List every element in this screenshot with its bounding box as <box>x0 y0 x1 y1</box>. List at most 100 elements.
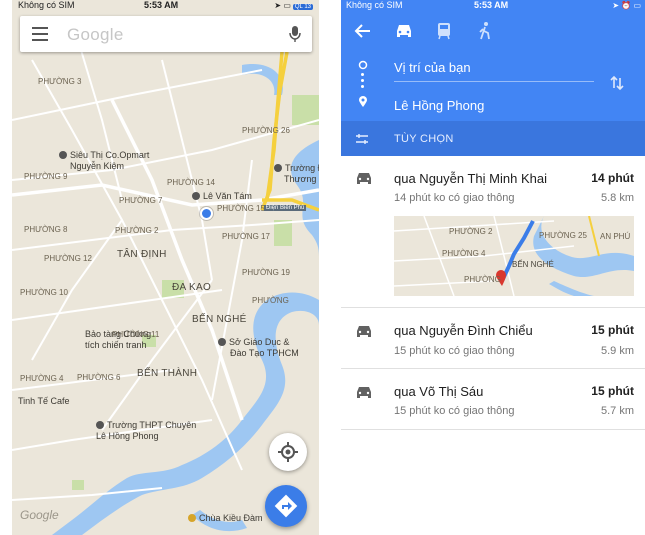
mic-icon[interactable] <box>288 25 302 43</box>
walk-icon[interactable] <box>474 20 496 42</box>
route-dots <box>361 73 364 89</box>
status-time: 5:53 AM <box>474 0 509 10</box>
route-traffic: 14 phút ko có giao thông <box>394 192 515 204</box>
route-option[interactable]: qua Nguyễn Đình Chiểu 15 phút 15 phút ko… <box>341 309 645 369</box>
route-distance: 5.7 km <box>600 405 634 417</box>
carrier-label: Không có SIM <box>346 0 403 10</box>
route-traffic: 15 phút ko có giao thông <box>394 405 515 417</box>
poi-levantam[interactable]: Lê Văn Tám <box>192 191 252 201</box>
area-label: PHƯỜNG 9 <box>24 172 68 181</box>
back-arrow-icon[interactable] <box>352 20 374 42</box>
route-traffic: 15 phút ko có giao thông <box>394 345 515 357</box>
route-preview-map[interactable]: PHƯỜNG 2 PHƯỜNG 25 PHƯỜNG 4 BẾN NGHÉ PHƯ… <box>394 216 634 296</box>
poi-tinhte[interactable]: Tinh Tế Cafe <box>18 396 70 406</box>
shopping-icon <box>59 151 67 159</box>
route-via: qua Nguyễn Thị Minh Khai <box>394 171 547 186</box>
transit-icon[interactable] <box>433 20 455 42</box>
destination-text: Lê Hồng Phong <box>394 98 485 113</box>
google-watermark: Google <box>20 508 59 522</box>
swap-icon[interactable] <box>608 74 626 92</box>
directions-button[interactable] <box>265 485 307 527</box>
current-location-dot <box>200 207 213 220</box>
place-icon <box>192 192 200 200</box>
menu-icon[interactable] <box>32 27 48 41</box>
car-icon[interactable] <box>393 20 415 42</box>
road-label: Điện Biên Phủ <box>264 205 307 211</box>
district-label: BẾN THÀNH <box>137 368 198 379</box>
poi-lehongphong[interactable]: Trường THPT Chuyên <box>96 420 196 430</box>
options-bar[interactable]: TÙY CHỌN <box>341 121 645 156</box>
status-time: 5:53 AM <box>144 0 179 10</box>
poi-sogiaoduc-sub: Đào Tạo TPHCM <box>230 348 299 358</box>
mini-label: PHƯỜNG <box>464 275 501 284</box>
mini-label: PHƯỜNG 4 <box>442 249 486 258</box>
poi-coopmart-sub: Nguyễn Kiệm <box>70 161 125 171</box>
route-duration: 14 phút <box>591 171 634 185</box>
travel-mode-bar <box>341 20 645 44</box>
mini-label: PHƯỜNG 2 <box>449 227 493 236</box>
district-label: ĐA KAO <box>172 282 212 293</box>
directions-icon <box>274 494 298 518</box>
route-distance: 5.9 km <box>600 345 634 357</box>
area-label: PHƯỜNG 10 <box>20 288 68 297</box>
directions-screen: Không có SIM 5:53 AM ➤ ⏰ ▭ Vị trí của bạ… <box>341 0 645 535</box>
route-duration: 15 phút <box>591 384 634 398</box>
district-label: TÂN ĐỊNH <box>117 249 167 260</box>
poi-lehongphong-sub: Lê Hồng Phong <box>96 431 159 441</box>
poi-truongdai[interactable]: Trường Đại <box>274 163 319 173</box>
status-icons: ➤ ▭ QL 13 <box>274 1 313 10</box>
destination-field[interactable]: Lê Hồng Phong <box>394 90 609 120</box>
mini-label: AN PHÚ <box>600 232 630 241</box>
area-label: PHƯỜNG 2 <box>115 226 159 235</box>
destination-pin-icon <box>359 96 367 107</box>
area-label: PHƯỜNG 19 <box>242 268 290 277</box>
poi-coopmart[interactable]: Siêu Thị Co.Opmart <box>59 150 149 160</box>
search-bar[interactable]: Google <box>20 16 312 52</box>
road-badge: QL 13 <box>292 4 313 10</box>
route-preview-canvas: PHƯỜNG 2 PHƯỜNG 25 PHƯỜNG 4 BẾN NGHÉ PHƯ… <box>394 216 634 296</box>
options-label: TÙY CHỌN <box>394 133 454 145</box>
car-icon <box>357 387 371 398</box>
route-via: qua Võ Thị Sáu <box>394 384 484 399</box>
area-label: PHƯỜNG 8 <box>24 225 68 234</box>
area-label: PHƯỜNG 15 <box>217 204 265 213</box>
area-label: PHƯỜNG 12 <box>44 254 92 263</box>
poi-truongdai-sub: Thương - <box>284 174 319 184</box>
area-label: PHƯỜNG 3 <box>38 77 82 86</box>
district-label: BẾN NGHÉ <box>192 314 247 325</box>
area-label: PHƯỜNG 17 <box>222 232 270 241</box>
area-label: PHƯỜNG 7 <box>119 196 163 205</box>
car-icon <box>357 173 371 184</box>
status-bar: Không có SIM 5:53 AM ➤ ▭ QL 13 <box>12 0 319 12</box>
status-icons: ➤ ⏰ ▭ <box>612 1 641 10</box>
route-option[interactable]: qua Võ Thị Sáu 15 phút 15 phút ko có gia… <box>341 370 645 430</box>
poi-baotang-sub: tích chiến tranh <box>85 340 147 350</box>
building-icon <box>218 338 226 346</box>
field-underline <box>394 81 594 82</box>
area-label: PHƯỜNG 14 <box>167 178 215 187</box>
poi-chuakieudam[interactable]: Chùa Kiều Đàm <box>188 513 263 523</box>
origin-field[interactable]: Vị trí của bạn <box>394 52 609 82</box>
origin-icon <box>358 60 368 70</box>
directions-header: Không có SIM 5:53 AM ➤ ⏰ ▭ Vị trí của bạ… <box>341 0 645 156</box>
car-icon <box>357 326 371 337</box>
route-via: qua Nguyễn Đình Chiểu <box>394 323 533 338</box>
route-option[interactable]: qua Nguyễn Thị Minh Khai 14 phút 14 phút… <box>341 156 645 308</box>
mini-label: BẾN NGHÉ <box>512 259 554 269</box>
area-label: PHƯỜNG 26 <box>242 126 290 135</box>
search-input[interactable]: Google <box>67 25 124 45</box>
carrier-label: Không có SIM <box>18 0 75 10</box>
temple-icon <box>188 514 196 522</box>
school-icon <box>274 164 282 172</box>
route-duration: 15 phút <box>591 323 634 337</box>
my-location-button[interactable] <box>269 433 307 471</box>
status-bar: Không có SIM 5:53 AM ➤ ⏰ ▭ <box>341 0 645 12</box>
area-label: PHƯỜNG 6 <box>77 373 121 382</box>
poi-baotang[interactable]: Bảo tàng Chứng <box>85 329 151 339</box>
options-icon <box>356 134 368 144</box>
poi-sogiaoduc[interactable]: Sở Giáo Dục & <box>218 337 289 347</box>
area-label: PHƯỜNG <box>252 296 289 305</box>
my-location-icon <box>278 442 298 462</box>
map-screen[interactable]: Không có SIM 5:53 AM ➤ ▭ QL 13 Google PHƯ… <box>12 0 319 535</box>
route-distance: 5.8 km <box>600 192 634 204</box>
